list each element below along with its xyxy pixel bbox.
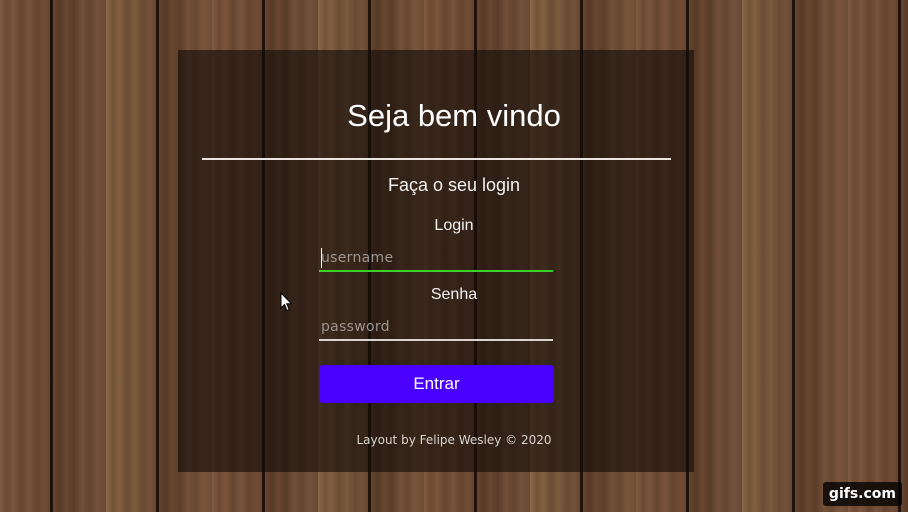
password-input[interactable] (319, 315, 553, 341)
mouse-pointer-icon (280, 292, 293, 312)
footer-credit: Layout by Felipe Wesley © 2020 (356, 433, 552, 447)
password-label: Senha (430, 286, 478, 303)
submit-button[interactable]: Entrar (319, 365, 554, 403)
title-divider (202, 158, 671, 160)
login-subtitle: Faça o seu login (387, 175, 521, 195)
text-caret (321, 248, 322, 268)
page-title: Seja bem vindo (347, 98, 561, 133)
username-label: Login (434, 217, 474, 234)
watermark-logo: gifs.com (822, 482, 902, 506)
username-input[interactable] (319, 246, 553, 272)
